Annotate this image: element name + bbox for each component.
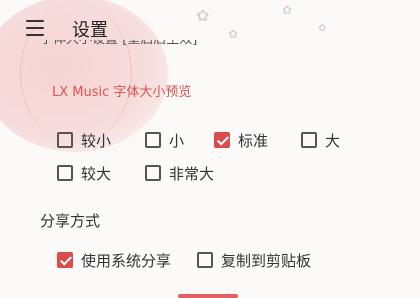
option-label: 小 <box>169 131 185 150</box>
font-size-option-small[interactable]: 小 <box>145 128 184 152</box>
font-size-option-very-large[interactable]: 非常大 <box>145 161 214 185</box>
option-label: 标准 <box>238 131 269 150</box>
font-size-preview: LX Music 字体大小预览 <box>52 85 192 100</box>
font-size-setting-label: 字体大小设置 [重启后生效] <box>40 40 197 52</box>
checkbox-checked[interactable] <box>214 132 230 148</box>
checkbox[interactable] <box>145 165 161 181</box>
font-size-option-large[interactable]: 大 <box>301 128 340 152</box>
page-title: 设置 <box>72 20 108 41</box>
option-label: 使用系统分享 <box>81 251 172 270</box>
option-label: 复制到剪贴板 <box>221 251 312 270</box>
checkbox[interactable] <box>197 252 213 268</box>
checkbox[interactable] <box>145 132 161 148</box>
checkbox[interactable] <box>57 132 73 148</box>
font-size-option-standard[interactable]: 标准 <box>214 128 268 152</box>
option-label: 较大 <box>81 164 112 183</box>
share-option-system[interactable]: 使用系统分享 <box>57 248 171 272</box>
option-label: 较小 <box>81 131 112 150</box>
bottom-accent-bar <box>178 294 238 298</box>
font-size-option-larger[interactable]: 较大 <box>57 161 111 185</box>
checkbox[interactable] <box>301 132 317 148</box>
share-option-clipboard[interactable]: 复制到剪贴板 <box>197 248 311 272</box>
checkbox[interactable] <box>57 165 73 181</box>
menu-icon[interactable] <box>26 20 44 36</box>
share-section-title: 分享方式 <box>40 212 101 230</box>
option-label: 大 <box>325 131 341 150</box>
checkbox-checked[interactable] <box>57 252 73 268</box>
font-size-option-smaller[interactable]: 较小 <box>57 128 111 152</box>
option-label: 非常大 <box>169 164 215 183</box>
